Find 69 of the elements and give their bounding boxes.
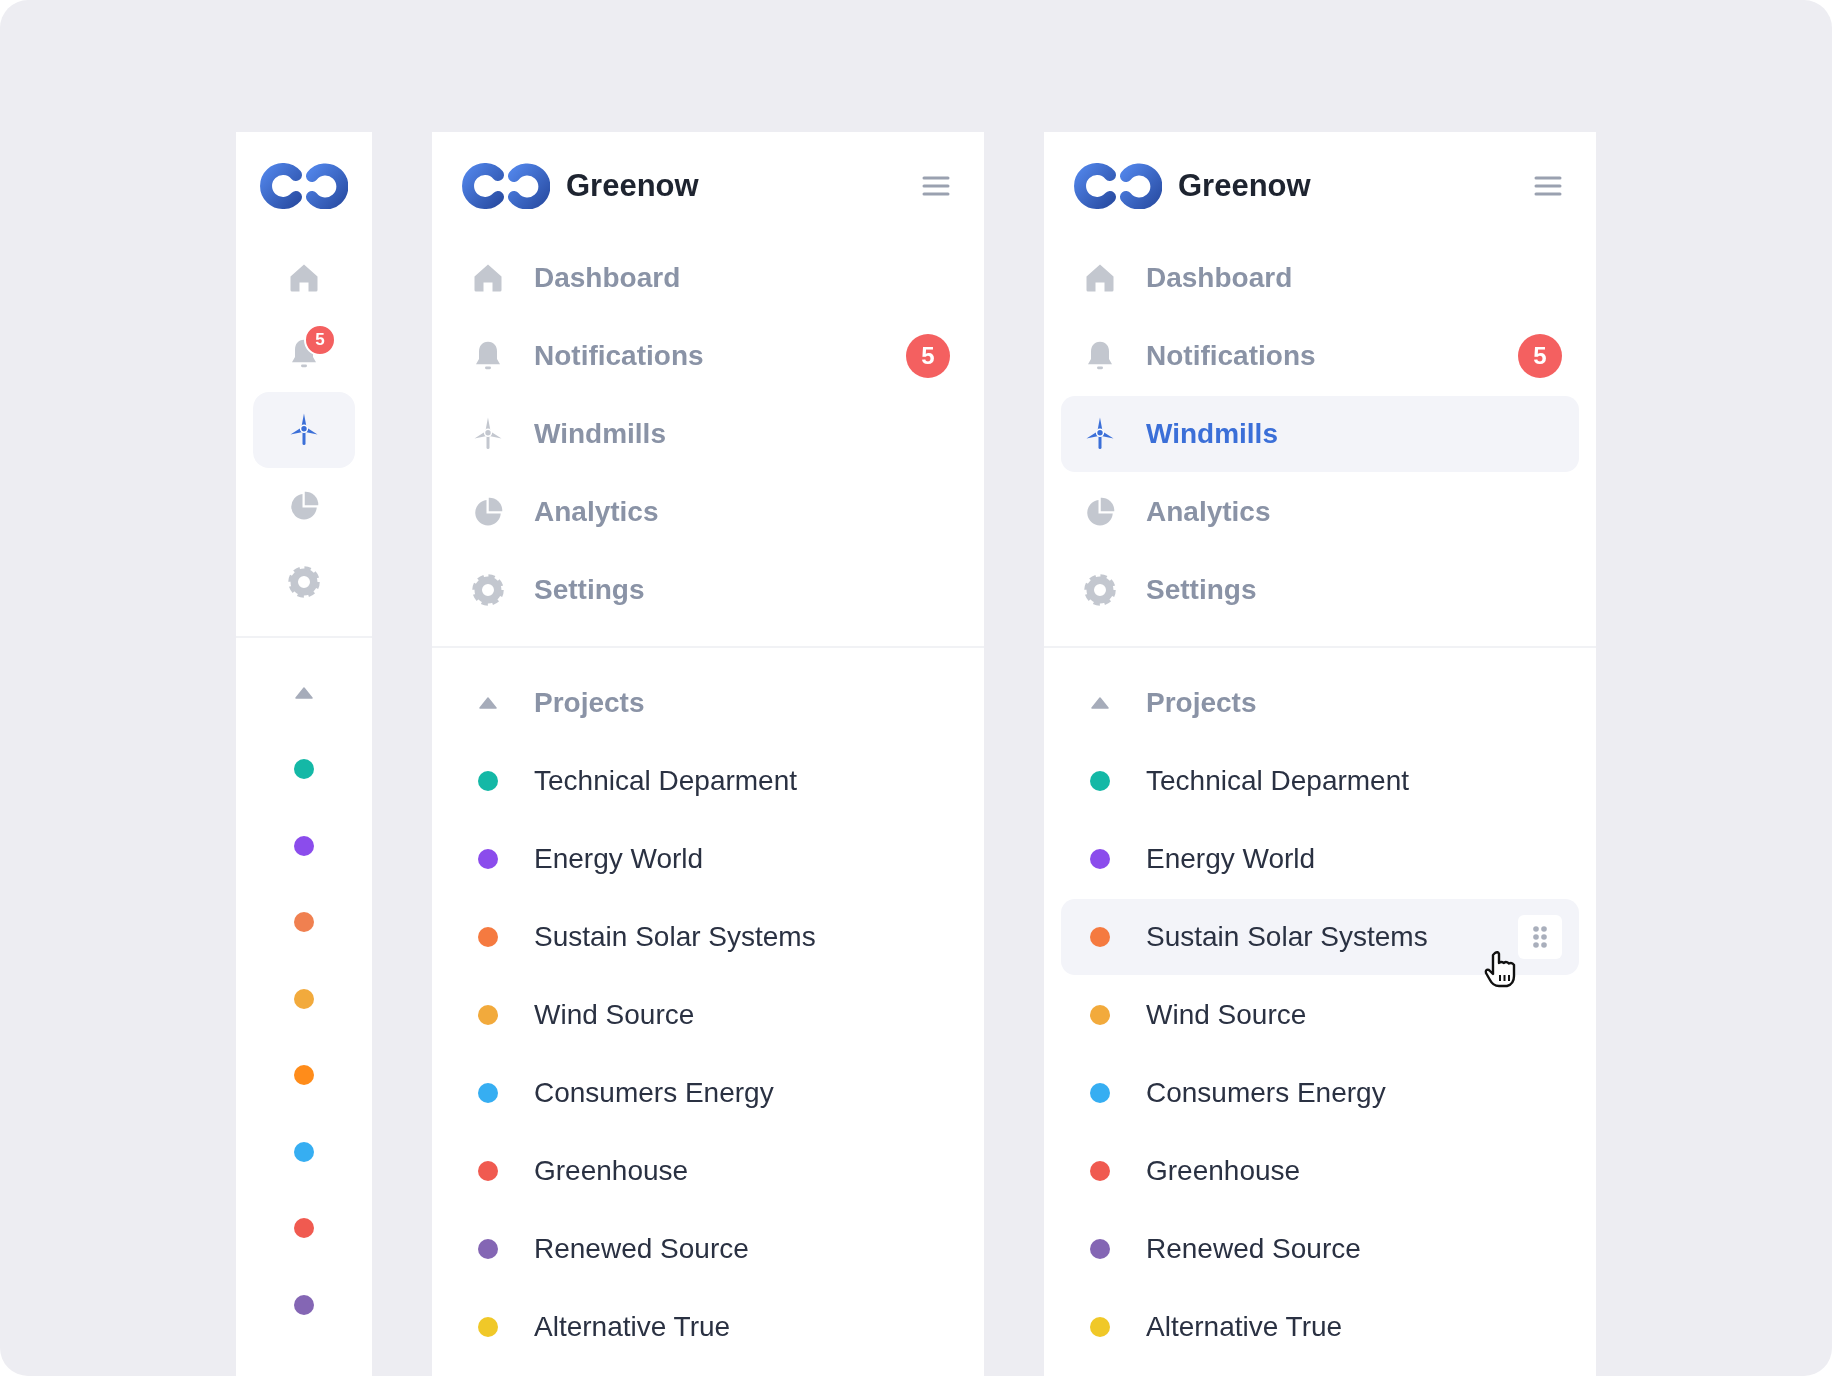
nav-label: Dashboard <box>1146 262 1294 294</box>
project-name: Energy World <box>1146 843 1317 875</box>
project-dot[interactable] <box>294 988 314 1009</box>
app-title: Greenow <box>1178 168 1312 204</box>
project-item[interactable]: Renewed Source <box>449 1211 967 1287</box>
project-name: Sustain Solar Systems <box>1146 921 1429 953</box>
nav-item[interactable] <box>253 392 355 468</box>
project-name: Greenhouse <box>1146 1155 1302 1187</box>
logo-icon <box>462 163 550 209</box>
caret-up-icon[interactable] <box>295 687 313 699</box>
nav-label: Dashboard <box>534 262 682 294</box>
project-name: Technical Deparment <box>534 765 799 797</box>
drag-handle[interactable] <box>1518 915 1562 959</box>
project-item[interactable]: Wind Source <box>449 977 967 1053</box>
settings-icon <box>286 564 322 600</box>
notification-badge: 5 <box>1518 334 1562 378</box>
project-dot[interactable] <box>294 1218 314 1239</box>
project-dot[interactable] <box>294 759 314 780</box>
project-name: Consumers Energy <box>534 1077 775 1109</box>
project-dot[interactable] <box>294 835 314 856</box>
project-dot[interactable] <box>294 1141 314 1162</box>
project-name: Wind Source <box>1146 999 1308 1031</box>
project-item[interactable]: Alternative True <box>449 1289 967 1365</box>
nav-label: Settings <box>1146 574 1258 606</box>
logo-icon <box>260 163 348 209</box>
drag-handle-icon <box>1532 925 1548 949</box>
caret-up-icon[interactable] <box>1091 697 1109 709</box>
project-item[interactable]: Consumers Energy <box>449 1055 967 1131</box>
logo-icon <box>1074 163 1162 209</box>
nav-label: Windmills <box>1146 418 1279 450</box>
project-item[interactable]: Alternative True <box>1061 1289 1579 1365</box>
project-name: Wind Source <box>534 999 696 1031</box>
nav-item[interactable]: Windmills <box>1061 396 1579 472</box>
project-name: Energy World <box>534 843 705 875</box>
project-dot[interactable] <box>294 1294 314 1315</box>
project-name: Consumers Energy <box>1146 1077 1387 1109</box>
project-dot[interactable] <box>294 1065 314 1086</box>
settings-icon <box>470 572 506 608</box>
project-item[interactable]: Technical Deparment <box>449 743 967 819</box>
project-item[interactable]: Greenhouse <box>1061 1133 1579 1209</box>
project-name: Alternative True <box>534 1311 732 1343</box>
project-item[interactable]: Wind Source <box>1061 977 1579 1053</box>
settings-icon <box>1082 572 1118 608</box>
project-item[interactable]: Greenhouse <box>449 1133 967 1209</box>
project-dot[interactable] <box>294 912 314 933</box>
project-name: Greenhouse <box>534 1155 690 1187</box>
section-heading: Projects <box>1146 687 1258 719</box>
project-item[interactable]: Renewed Source <box>1061 1211 1579 1287</box>
project-name: Alternative True <box>1146 1311 1344 1343</box>
project-name: Renewed Source <box>534 1233 750 1265</box>
nav-label: Analytics <box>1146 496 1272 528</box>
project-name: Technical Deparment <box>1146 765 1411 797</box>
caret-up-icon[interactable] <box>479 697 497 709</box>
notification-badge: 5 <box>304 324 336 356</box>
nav-label: Windmills <box>534 418 667 450</box>
project-name: Sustain Solar Systems <box>534 921 817 953</box>
project-item[interactable]: Energy World <box>449 821 967 897</box>
notification-badge: 5 <box>906 334 950 378</box>
project-name: Renewed Source <box>1146 1233 1362 1265</box>
nav-label: Notifications <box>534 340 705 372</box>
project-item[interactable]: Sustain Solar Systems <box>449 899 967 975</box>
section-heading: Projects <box>534 687 646 719</box>
nav-label: Notifications <box>1146 340 1317 372</box>
app-title: Greenow <box>566 168 700 204</box>
nav-label: Analytics <box>534 496 660 528</box>
project-item[interactable]: Technical Deparment <box>1061 743 1579 819</box>
nav-label: Settings <box>534 574 646 606</box>
project-item[interactable]: Consumers Energy <box>1061 1055 1579 1131</box>
project-item[interactable]: Energy World <box>1061 821 1579 897</box>
